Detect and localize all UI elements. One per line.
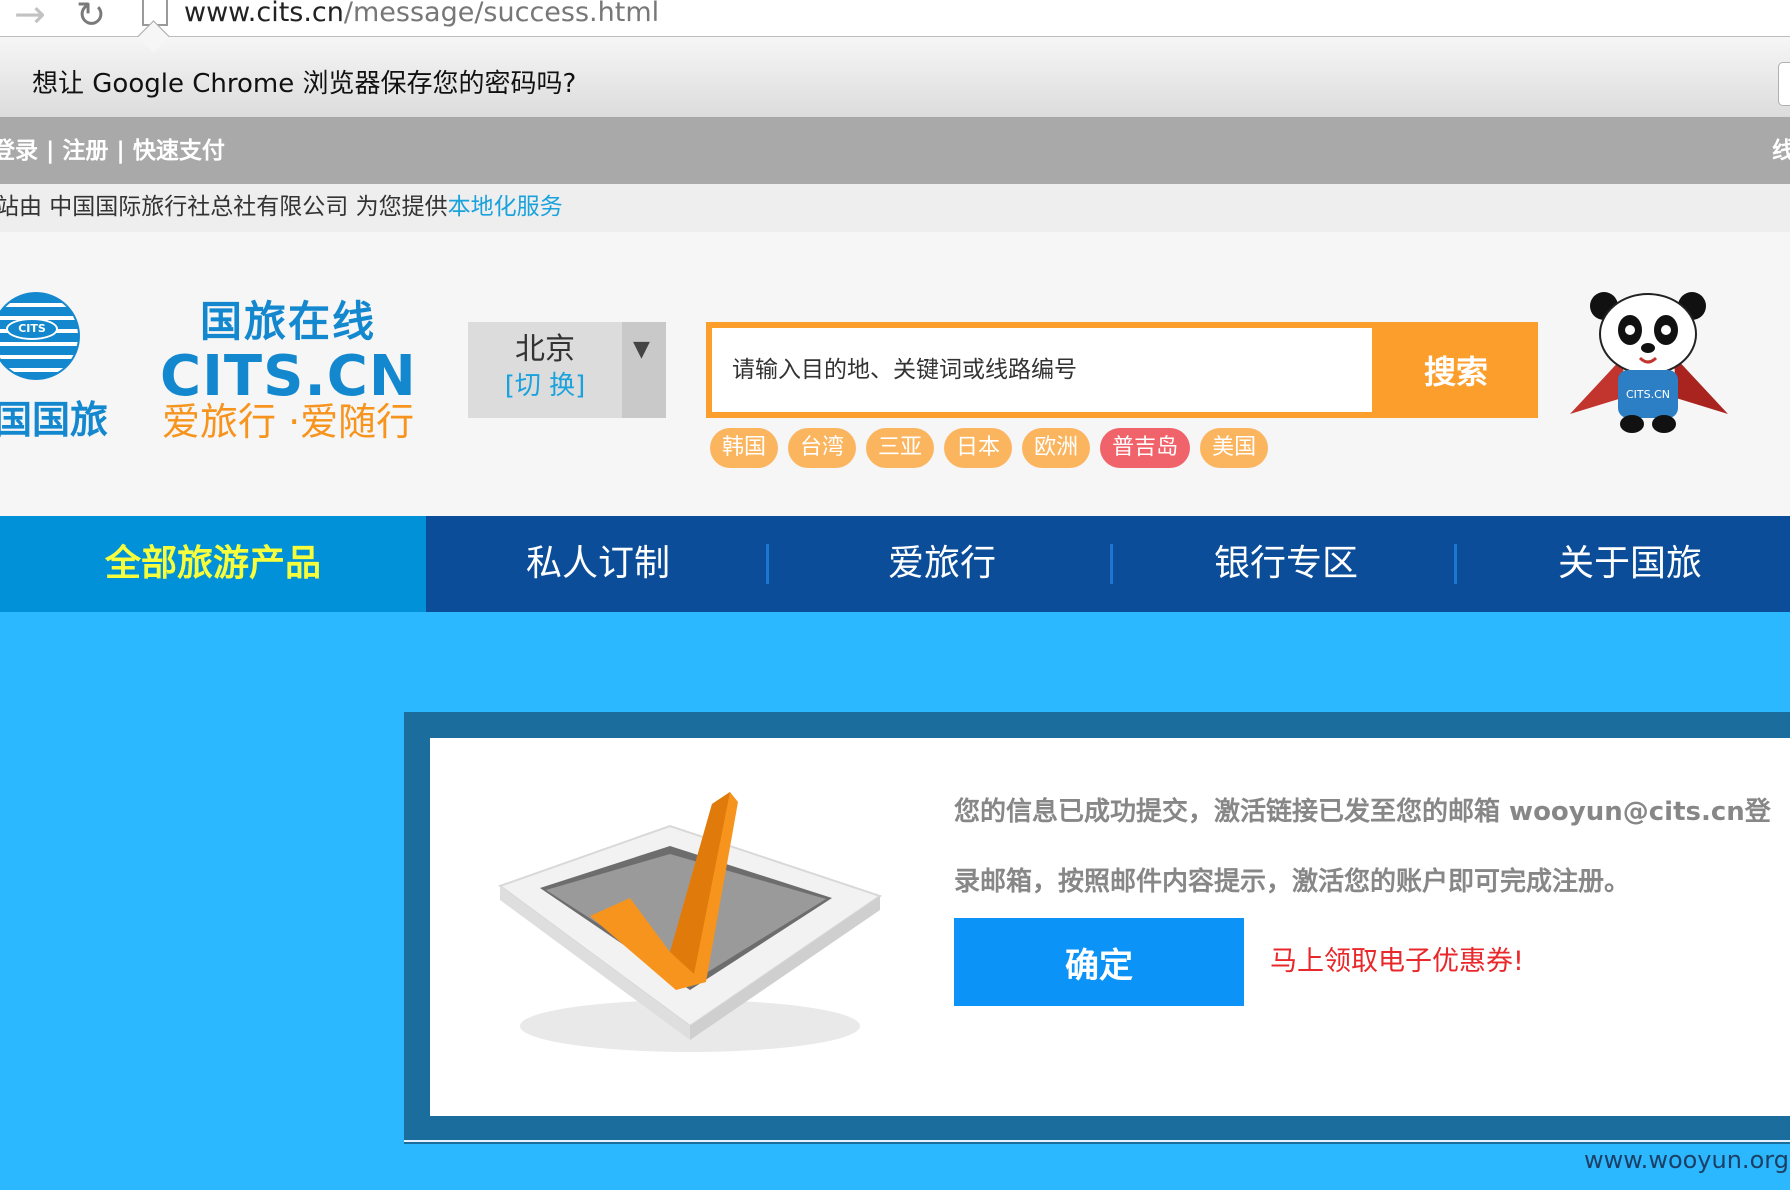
url-path: /message/success.html — [343, 0, 660, 28]
logo-cn-title[interactable]: 国旅在线 — [200, 296, 376, 348]
url-domain: www.cits.cn — [184, 0, 344, 28]
search-button[interactable]: 搜索 — [1374, 322, 1538, 418]
search-input[interactable] — [712, 328, 1372, 412]
infobar-save-button[interactable] — [1778, 62, 1790, 106]
reload-icon[interactable]: ↻ — [76, 0, 106, 38]
site-topbar — [0, 118, 1790, 184]
panda-mascot-icon: CITS.CN — [1570, 292, 1728, 433]
mascot-badge-text: CITS.CN — [1626, 388, 1670, 401]
nav-bank-zone[interactable]: 银行专区 — [1136, 516, 1436, 612]
login-register-links[interactable]: 登录 | 注册 | 快速支付 — [0, 134, 225, 168]
hot-destination-tags: 韩国 台湾 三亚 日本 欧洲 普吉岛 美国 — [710, 428, 1269, 468]
local-service-link[interactable]: 本地化服务 — [448, 194, 563, 220]
hot-tag[interactable]: 三亚 — [866, 428, 935, 468]
checkmark-success-icon — [497, 792, 883, 1052]
nav-love-travel[interactable]: 爱旅行 — [792, 516, 1092, 612]
nav-divider — [766, 544, 769, 584]
hot-tag[interactable]: 台湾 — [788, 428, 857, 468]
city-name: 北京 — [515, 332, 575, 367]
nav-about-cits[interactable]: 关于国旅 — [1480, 516, 1780, 612]
hot-tag[interactable]: 欧洲 — [1022, 428, 1091, 468]
nav-divider — [1454, 544, 1457, 584]
hot-tag[interactable]: 美国 — [1200, 428, 1269, 468]
coupon-link[interactable]: 马上领取电子优惠券! — [1270, 944, 1524, 980]
success-message-line2: 录邮箱，按照邮件内容提示，激活您的账户即可完成注册。 — [954, 867, 1631, 897]
hot-tag[interactable]: 日本 — [944, 428, 1013, 468]
city-switch-link[interactable]: [切 换] — [468, 368, 622, 404]
logo-cn-small[interactable]: 国国旅 — [0, 396, 108, 444]
nav-all-products[interactable]: 全部旅游产品 — [0, 516, 426, 612]
nav-private-custom[interactable]: 私人订制 — [448, 516, 748, 612]
substation-prefix: 站由 中国国际旅行社总社有限公司 为您提供 — [0, 194, 448, 220]
substation-text: 站由 中国国际旅行社总社有限公司 为您提供本地化服务 — [0, 190, 563, 224]
back-arrow-icon[interactable]: → — [14, 0, 46, 36]
watermark: www.wooyun.org — [1584, 1146, 1789, 1174]
nav-divider — [1110, 544, 1113, 584]
hot-tag[interactable]: 普吉岛 — [1100, 428, 1191, 468]
chevron-down-icon[interactable]: ▼ — [633, 336, 650, 364]
infobar-text: 想让 Google Chrome 浏览器保存您的密码吗? — [32, 69, 577, 99]
logo-slogan: 爱旅行 ·爱随行 — [162, 400, 415, 444]
panel-divider — [404, 1140, 1790, 1142]
topbar-right-text[interactable]: 线 — [1772, 134, 1790, 168]
confirm-button[interactable]: 确定 — [954, 918, 1244, 1006]
hot-tag[interactable]: 韩国 — [710, 428, 779, 468]
url-text[interactable]: www.cits.cn/message/success.html — [184, 0, 659, 32]
success-message-line1: 您的信息已成功提交，激活链接已发至您的邮箱 wooyun@cits.cn登 — [954, 797, 1771, 827]
globe-label: CITS — [6, 318, 58, 340]
